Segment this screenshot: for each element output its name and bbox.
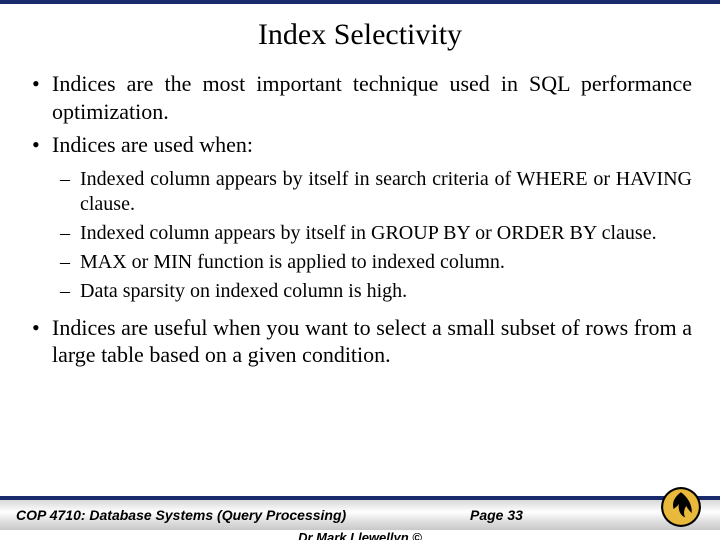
slide-footer: COP 4710: Database Systems (Query Proces… <box>0 496 720 540</box>
bullet-list: Indices are the most important technique… <box>28 70 692 369</box>
ucf-pegasus-logo-icon <box>660 486 702 528</box>
footer-course-label: COP 4710: Database Systems (Query Proces… <box>16 507 346 523</box>
bullet-text: Indices are used when: <box>52 132 253 157</box>
sub-bullet-item: Data sparsity on indexed column is high. <box>58 279 692 304</box>
bullet-item: Indices are the most important technique… <box>28 70 692 125</box>
footer-page-number: Page 33 <box>470 507 523 523</box>
slide-title: Index Selectivity <box>0 18 720 52</box>
sub-bullet-item: Indexed column appears by itself in GROU… <box>58 221 692 246</box>
sub-bullet-item: Indexed column appears by itself in sear… <box>58 167 692 217</box>
sub-bullet-list: Indexed column appears by itself in sear… <box>58 167 692 304</box>
sub-bullet-item: MAX or MIN function is applied to indexe… <box>58 250 692 275</box>
bullet-item: Indices are useful when you want to sele… <box>28 314 692 369</box>
footer-author-partial: Dr Mark Llewellyn © <box>0 530 720 540</box>
footer-bar: COP 4710: Database Systems (Query Proces… <box>0 496 720 530</box>
top-border-rule <box>0 0 720 4</box>
bullet-item: Indices are used when: Indexed column ap… <box>28 131 692 304</box>
slide-body: Indices are the most important technique… <box>0 70 720 369</box>
